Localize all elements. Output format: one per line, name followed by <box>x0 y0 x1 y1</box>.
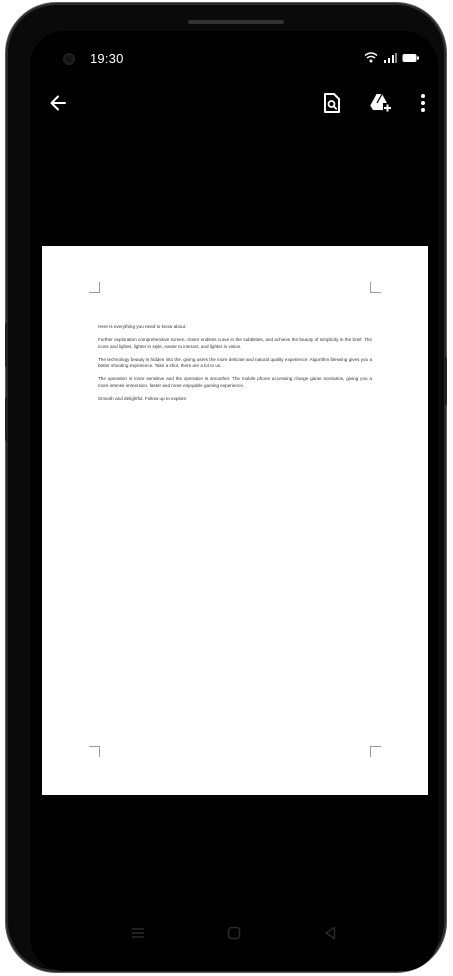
earpiece <box>188 20 284 24</box>
more-vert-icon[interactable] <box>409 89 437 117</box>
front-camera <box>63 53 75 65</box>
volume-button-2 <box>5 397 8 441</box>
navigation-bar <box>30 921 438 945</box>
toolbar <box>30 83 438 123</box>
signal-icon <box>383 51 397 66</box>
back-triangle-icon[interactable] <box>318 921 342 945</box>
document-paragraph: Smooth and delightful. Follow up to expl… <box>98 396 188 402</box>
document-paragraph: Here is everything you need to know abou… <box>98 324 187 329</box>
menu-icon[interactable] <box>126 921 150 945</box>
status-bar: 19:30 <box>30 49 438 71</box>
status-time: 19:30 <box>90 51 124 66</box>
screen: 19:30 Here is everything you need to kno… <box>30 31 438 971</box>
crop-corner-top-right[interactable] <box>370 282 381 293</box>
crop-corner-top-left[interactable] <box>89 282 100 293</box>
phone-frame: 19:30 Here is everything you need to kno… <box>5 5 447 971</box>
wifi-icon <box>364 51 378 66</box>
back-arrow-icon[interactable] <box>44 89 72 117</box>
crop-corner-bottom-left[interactable] <box>89 746 100 757</box>
drive-add-icon[interactable] <box>366 89 394 117</box>
document-search-icon[interactable] <box>318 89 346 117</box>
status-icons <box>364 51 420 66</box>
crop-corner-bottom-right[interactable] <box>370 746 381 757</box>
battery-icon <box>402 51 420 66</box>
home-icon[interactable] <box>222 921 246 945</box>
document-paragraph: The operation is more sensitive and the … <box>98 376 372 389</box>
document-text: Here is everything you need to know abou… <box>98 324 372 409</box>
volume-button <box>5 323 8 367</box>
document-paragraph: The technology beauty is hidden into the… <box>98 356 372 369</box>
document-preview[interactable]: Here is everything you need to know abou… <box>42 246 428 795</box>
power-button <box>444 357 447 405</box>
document-paragraph: Further exploration comprehensive screen… <box>98 337 372 349</box>
